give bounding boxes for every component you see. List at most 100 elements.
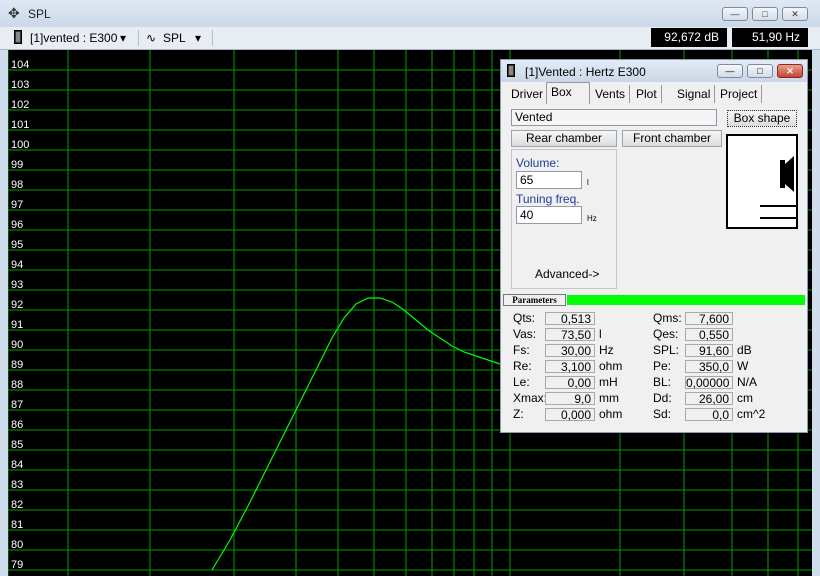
minimize-button[interactable]: — [722,7,748,21]
left-param-value: 30,00 [545,344,595,357]
window-title: SPL [28,7,51,21]
dialog-titlebar: [1]Vented : Hertz E300 — □ ✕ [501,60,807,82]
y-tick-label: 80 [11,539,23,551]
y-tick-label: 102 [11,99,29,111]
y-tick-label: 89 [11,359,23,371]
box-type-field[interactable]: Vented [511,109,717,126]
dialog-minimize-button[interactable]: — [717,64,743,78]
y-tick-label: 88 [11,379,23,391]
y-tick-label: 94 [11,259,23,271]
parameters-header: Parameters [503,294,805,306]
left-param-name: Fs: [513,343,530,357]
tab-signal[interactable]: Signal [673,85,716,103]
tab-driver[interactable]: Driver [507,85,548,103]
y-tick-label: 103 [11,79,29,91]
tab-vents[interactable]: Vents [591,85,631,103]
hz-readout: 51,90 Hz [732,28,808,47]
parameters-bar [567,295,805,305]
right-param-value: 350,0 [685,360,733,373]
db-readout: 92,672 dB [651,28,727,47]
y-tick-label: 79 [11,559,23,571]
view-dropdown-icon[interactable]: ▾ [195,30,201,46]
right-param-name: SPL: [653,343,680,357]
volume-label: Volume: [516,156,560,170]
spl-app-icon: ✥ [8,5,20,21]
toolbar: [1]vented : E300 ▾ ∿ SPL ▾ 92,672 dB 51,… [0,27,820,50]
close-button[interactable]: ✕ [782,7,808,21]
box-shape-preview [726,134,798,229]
tab-project[interactable]: Project [716,85,763,103]
right-param-name: Dd: [653,391,672,405]
left-param-value: 0,513 [545,312,595,325]
project-dropdown-icon[interactable]: ▾ [120,30,126,46]
y-tick-label: 98 [11,179,23,191]
right-param-unit: W [737,359,749,373]
left-param-name: Le: [513,375,530,389]
left-param-unit: mm [599,391,619,405]
front-chamber-button[interactable]: Front chamber [622,130,722,147]
right-param-value: 0,0 [685,408,733,421]
left-param-value: 0,00 [545,376,595,389]
left-param-unit: ohm [599,359,623,373]
box-shape-button[interactable]: Box shape [727,110,797,127]
right-param-value: 0,00000 [685,376,733,389]
right-param-value: 7,600 [685,312,733,325]
left-param-name: Vas: [513,327,537,341]
left-param-unit: Hz [599,343,614,357]
left-param-name: Xmax: [513,391,548,405]
parameters-tab[interactable]: Parameters [503,294,566,306]
tuning-input[interactable]: 40 [516,206,582,224]
left-param-value: 3,100 [545,360,595,373]
tab-box[interactable]: Box [546,82,590,104]
y-tick-label: 97 [11,199,23,211]
project-selector[interactable]: [1]vented : E300 [30,30,117,46]
left-param-name: Qts: [513,311,536,325]
y-tick-label: 91 [11,319,23,331]
y-tick-label: 104 [11,59,29,71]
speaker-icon [14,30,24,46]
dialog-close-button[interactable]: ✕ [777,64,803,78]
spl-wave-icon: ∿ [146,31,157,45]
right-param-unit: dB [737,343,752,357]
y-tick-label: 84 [11,459,23,471]
volume-unit: l [587,178,589,187]
view-selector[interactable]: SPL [163,30,186,46]
y-tick-label: 96 [11,219,23,231]
right-param-name: Sd: [653,407,672,421]
right-param-unit: N/A [737,375,758,389]
y-tick-label: 95 [11,239,23,251]
y-tick-label: 99 [11,159,23,171]
tuning-label: Tuning freq. [516,192,580,206]
parameters-grid: Qts: 0,513 Vas: 73,50 l Fs: 30,00 Hz Re: 3,100 ohm… [501,310,807,430]
left-param-unit: l [599,327,602,341]
right-param-unit: cm [737,391,753,405]
right-param-value: 26,00 [685,392,733,405]
right-param-name: Qms: [653,311,682,325]
right-param-name: Qes: [653,327,679,341]
y-tick-label: 83 [11,479,23,491]
left-param-value: 73,50 [545,328,595,341]
rear-chamber-button[interactable]: Rear chamber [511,130,617,147]
y-tick-label: 86 [11,419,23,431]
vented-box-dialog: [1]Vented : Hertz E300 — □ ✕ Driver Box … [500,59,808,433]
y-tick-label: 81 [11,519,23,531]
maximize-button[interactable]: □ [752,7,778,21]
right-param-value: 91,60 [685,344,733,357]
y-tick-label: 90 [11,339,23,351]
tuning-unit: Hz [587,214,597,223]
left-param-unit: mH [599,375,618,389]
left-param-name: Re: [513,359,532,373]
volume-input[interactable]: 65 [516,171,582,189]
y-tick-label: 87 [11,399,23,411]
dialog-tabs: Driver Box Vents Plot Signal Project [501,82,807,104]
y-tick-label: 82 [11,499,23,511]
y-tick-label: 100 [11,139,29,151]
dialog-maximize-button[interactable]: □ [747,64,773,78]
advanced-button[interactable]: Advanced-> [535,267,599,281]
right-param-name: Pe: [653,359,672,373]
y-tick-label: 85 [11,439,23,451]
left-param-name: Z: [513,407,524,421]
y-tick-label: 101 [11,119,29,131]
y-tick-label: 93 [11,279,23,291]
tab-plot[interactable]: Plot [632,85,662,103]
